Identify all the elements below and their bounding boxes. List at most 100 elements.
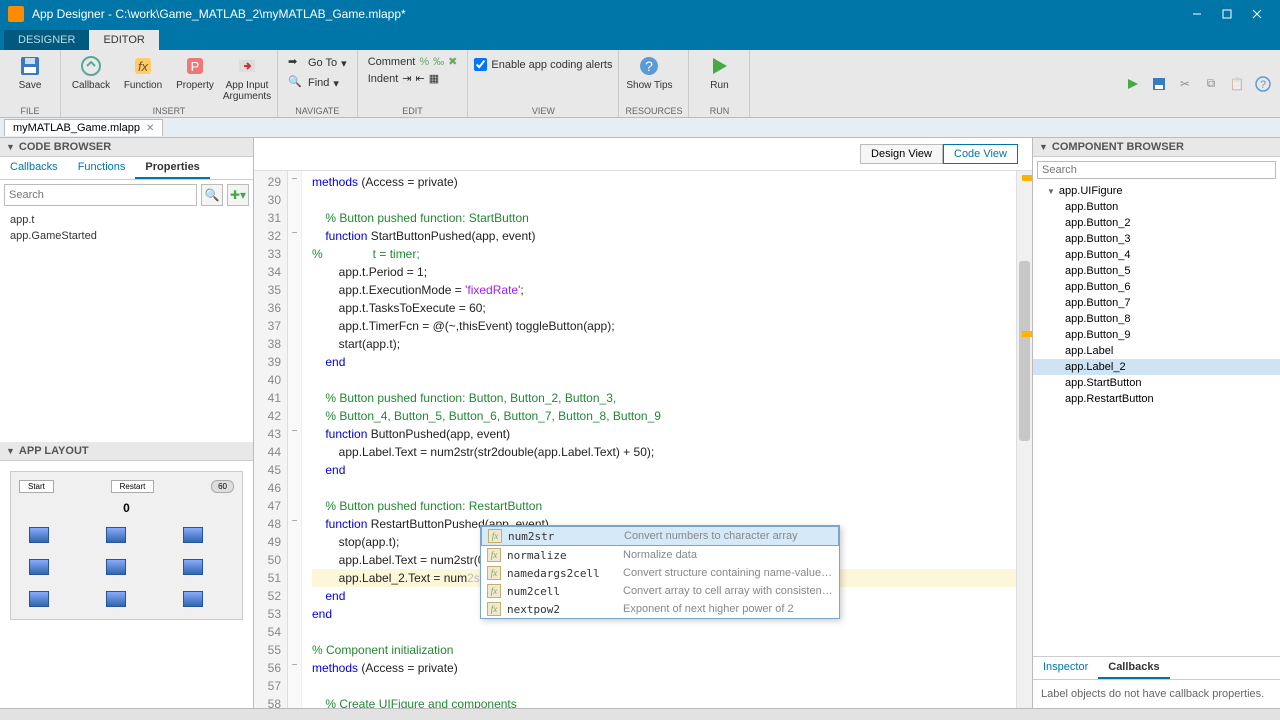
tree-item[interactable]: app.Button_3 bbox=[1033, 231, 1280, 247]
cb-tab-callbacks[interactable]: Callbacks bbox=[0, 157, 68, 179]
enable-alerts-checkbox[interactable]: Enable app coding alerts bbox=[474, 52, 612, 71]
scroll-marker bbox=[1022, 331, 1032, 337]
collapse-icon: ▼ bbox=[1039, 142, 1048, 152]
preview-restart-btn: Restart bbox=[111, 480, 155, 493]
find-button[interactable]: 🔍Find▾ bbox=[284, 74, 351, 92]
autocomplete-item[interactable]: fxnormalizeNormalize data bbox=[481, 546, 839, 564]
inspector-tab[interactable]: Inspector bbox=[1033, 657, 1098, 679]
tree-item[interactable]: app.Button_9 bbox=[1033, 327, 1280, 343]
component-search-input[interactable] bbox=[1037, 161, 1276, 179]
autocomplete-item[interactable]: fxnum2strConvert numbers to character ar… bbox=[481, 526, 839, 546]
cb-search-go[interactable]: 🔍 bbox=[201, 184, 223, 206]
callbacks-tab[interactable]: Callbacks bbox=[1098, 657, 1169, 679]
cb-item[interactable]: app.t bbox=[0, 212, 253, 228]
window-title: App Designer - C:\work\Game_MATLAB_2\myM… bbox=[32, 7, 1182, 21]
scroll-thumb[interactable] bbox=[1019, 261, 1030, 441]
tab-editor[interactable]: EDITOR bbox=[89, 30, 158, 50]
tree-root[interactable]: ▼app.UIFigure bbox=[1033, 183, 1280, 199]
tree-item[interactable]: app.Button_6 bbox=[1033, 279, 1280, 295]
tab-designer[interactable]: DESIGNER bbox=[4, 30, 89, 50]
quick-save-icon[interactable] bbox=[1148, 73, 1170, 95]
tree-item[interactable]: app.Label bbox=[1033, 343, 1280, 359]
autocomplete-item[interactable]: fxnum2cellConvert array to cell array wi… bbox=[481, 582, 839, 600]
maximize-button[interactable] bbox=[1212, 4, 1242, 24]
tree-item[interactable]: app.Button_7 bbox=[1033, 295, 1280, 311]
file-tab[interactable]: myMATLAB_Game.mlapp ✕ bbox=[4, 119, 163, 136]
scroll-marker bbox=[1022, 175, 1032, 181]
autocomplete-item[interactable]: fxnamedargs2cellConvert structure contai… bbox=[481, 564, 839, 582]
preview-button-cell bbox=[106, 559, 126, 575]
tree-item[interactable]: app.Button_4 bbox=[1033, 247, 1280, 263]
app-layout-header[interactable]: ▼APP LAYOUT bbox=[0, 442, 253, 461]
property-button[interactable]: PProperty bbox=[171, 52, 219, 91]
callback-button[interactable]: Callback bbox=[67, 52, 115, 91]
help-icon[interactable]: ? bbox=[1252, 73, 1274, 95]
app-input-icon bbox=[235, 54, 259, 78]
comment-button[interactable]: Comment % ‰ ✖ bbox=[364, 54, 462, 69]
code-view-button[interactable]: Code View bbox=[943, 144, 1018, 164]
tree-item[interactable]: app.Button_8 bbox=[1033, 311, 1280, 327]
svg-text:P: P bbox=[191, 59, 200, 74]
function-button[interactable]: fxFunction bbox=[119, 52, 167, 91]
close-icon[interactable]: ✕ bbox=[146, 123, 154, 134]
function-icon: fx bbox=[487, 548, 501, 562]
line-gutter: 2930313233343536373839404142434445464748… bbox=[254, 171, 288, 708]
preview-button-cell bbox=[106, 527, 126, 543]
run-icon bbox=[707, 54, 731, 78]
goto-icon: ➡ bbox=[288, 55, 304, 71]
cb-add-button[interactable]: ✚▾ bbox=[227, 184, 249, 206]
file-tab-row: myMATLAB_Game.mlapp ✕ bbox=[0, 118, 1280, 138]
scrollbar[interactable] bbox=[1016, 171, 1032, 708]
tree-item[interactable]: app.Button_2 bbox=[1033, 215, 1280, 231]
preview-button-cell bbox=[29, 527, 49, 543]
design-view-button[interactable]: Design View bbox=[860, 144, 943, 164]
tree-item[interactable]: app.Label_2 bbox=[1033, 359, 1280, 375]
paste-icon[interactable]: 📋 bbox=[1226, 73, 1248, 95]
cb-tab-properties[interactable]: Properties bbox=[135, 157, 209, 179]
cb-item[interactable]: app.GameStarted bbox=[0, 228, 253, 244]
close-button[interactable] bbox=[1242, 4, 1272, 24]
svg-text:?: ? bbox=[1260, 79, 1266, 91]
function-icon: fx bbox=[487, 584, 501, 598]
find-icon: 🔍 bbox=[288, 75, 304, 91]
function-icon: fx bbox=[487, 566, 501, 580]
fold-gutter[interactable]: −−−−−− bbox=[288, 171, 302, 708]
code-editor[interactable]: 2930313233343536373839404142434445464748… bbox=[254, 171, 1032, 708]
cb-search-input[interactable] bbox=[4, 184, 197, 206]
run-button[interactable]: Run bbox=[695, 52, 743, 91]
preview-button-cell bbox=[106, 591, 126, 607]
tree-item[interactable]: app.Button bbox=[1033, 199, 1280, 215]
top-tab-strip: DESIGNER EDITOR bbox=[0, 28, 1280, 50]
show-tips-button[interactable]: ?Show Tips bbox=[625, 52, 673, 91]
app-input-button[interactable]: App Input Arguments bbox=[223, 52, 271, 102]
chevron-down-icon: ▾ bbox=[333, 77, 339, 90]
collapse-icon: ▼ bbox=[6, 446, 15, 456]
preview-score: 0 bbox=[19, 501, 234, 515]
function-icon: fx bbox=[488, 529, 502, 543]
autocomplete-popup[interactable]: fxnum2strConvert numbers to character ar… bbox=[480, 525, 840, 619]
cut-icon[interactable]: ✂ bbox=[1174, 73, 1196, 95]
quick-run-icon[interactable] bbox=[1122, 73, 1144, 95]
copy-icon[interactable]: ⧉ bbox=[1200, 73, 1222, 95]
tree-item[interactable]: app.RestartButton bbox=[1033, 391, 1280, 407]
preview-button-cell bbox=[183, 527, 203, 543]
code-browser-header[interactable]: ▼CODE BROWSER bbox=[0, 138, 253, 157]
save-button[interactable]: Save bbox=[6, 52, 54, 91]
preview-button-cell bbox=[183, 559, 203, 575]
toolstrip: Save FILE Callback fxFunction PProperty … bbox=[0, 50, 1280, 118]
preview-start-btn: Start bbox=[19, 480, 54, 493]
tree-item[interactable]: app.Button_5 bbox=[1033, 263, 1280, 279]
cb-tab-functions[interactable]: Functions bbox=[68, 157, 136, 179]
svg-text:fx: fx bbox=[138, 59, 149, 74]
save-icon bbox=[18, 54, 42, 78]
tree-item[interactable]: app.StartButton bbox=[1033, 375, 1280, 391]
callback-message: Label objects do not have callback prope… bbox=[1033, 680, 1280, 708]
indent-button[interactable]: Indent ⇥ ⇤ ▦ bbox=[364, 71, 462, 86]
preview-button-cell bbox=[29, 559, 49, 575]
component-browser-header[interactable]: ▼COMPONENT BROWSER bbox=[1033, 138, 1280, 157]
collapse-icon: ▼ bbox=[6, 142, 15, 152]
autocomplete-item[interactable]: fxnextpow2Exponent of next higher power … bbox=[481, 600, 839, 618]
goto-button[interactable]: ➡Go To▾ bbox=[284, 54, 351, 72]
preview-button-cell bbox=[183, 591, 203, 607]
minimize-button[interactable] bbox=[1182, 4, 1212, 24]
